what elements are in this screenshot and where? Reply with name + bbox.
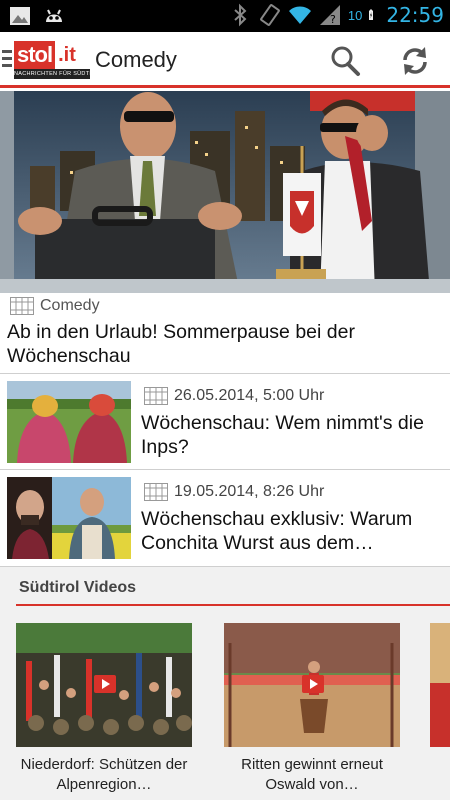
clock: 22:59	[386, 3, 444, 27]
hero-category: Comedy	[40, 297, 100, 314]
video-title[interactable]: Niederdorf: Schützen der Alpenregion…	[8, 755, 200, 795]
bluetooth-icon	[234, 3, 247, 27]
section-rule	[16, 604, 450, 606]
article-date: 19.05.2014, 8:26 Uhr	[174, 483, 325, 500]
video-thumbnail-peek[interactable]	[430, 623, 450, 747]
article-title[interactable]: Wöchenschau: Wem nimmt's die Inps?	[141, 411, 441, 459]
battery-icon	[369, 9, 374, 20]
article-thumbnail	[7, 381, 131, 463]
article-title[interactable]: Wöchenschau exklusiv: Warum Conchita Wur…	[141, 507, 441, 555]
videos-section: Südtirol Videos Niederdorf: Schützen der…	[0, 567, 450, 800]
app-logo[interactable]: stol .it NACHRICHTEN FÜR SÜDTIROL	[14, 41, 90, 79]
logo-main: stol	[14, 41, 56, 69]
video-thumbnail	[16, 623, 192, 747]
video-thumbnail	[224, 623, 400, 747]
cellular-icon: ?	[319, 5, 340, 26]
article-date: 26.05.2014, 5:00 Uhr	[174, 387, 325, 404]
film-icon	[144, 483, 168, 501]
hero-image[interactable]	[0, 91, 450, 293]
article-thumbnail	[7, 477, 131, 559]
video-title[interactable]: Ritten gewinnt erneut Oswald von…	[216, 755, 408, 795]
svg-text:?: ?	[330, 13, 336, 26]
play-icon	[94, 675, 116, 693]
section-title: Südtirol Videos	[19, 579, 137, 596]
status-bar: ? 10 22:59	[0, 0, 450, 32]
hero-title[interactable]: Ab in den Urlaub! Sommerpause bei der Wö…	[7, 320, 437, 368]
list-item[interactable]: 26.05.2014, 5:00 Uhr Wöchenschau: Wem ni…	[0, 374, 450, 469]
logo-suffix: .it	[58, 44, 76, 66]
film-icon	[144, 387, 168, 405]
page-title: Comedy	[95, 47, 177, 72]
android-icon	[46, 9, 62, 22]
rotation-icon	[260, 4, 280, 26]
gallery-icon	[10, 7, 30, 25]
video-card[interactable]: Ritten gewinnt erneut Oswald von…	[224, 623, 400, 800]
play-icon	[302, 675, 324, 693]
film-icon	[10, 297, 34, 315]
hero-caption[interactable]: Comedy Ab in den Urlaub! Sommerpause bei…	[0, 293, 450, 373]
action-bar: stol .it NACHRICHTEN FÜR SÜDTIROL Comedy	[0, 32, 450, 88]
signal-label: 10	[347, 7, 363, 23]
logo-tagline: NACHRICHTEN FÜR SÜDTIROL	[14, 69, 90, 79]
list-item[interactable]: 19.05.2014, 8:26 Uhr Wöchenschau exklusi…	[0, 470, 450, 565]
search-icon[interactable]	[328, 44, 362, 78]
video-card[interactable]: Niederdorf: Schützen der Alpenregion…	[16, 623, 192, 800]
drawer-icon[interactable]	[2, 50, 12, 71]
refresh-icon[interactable]	[398, 44, 432, 78]
wifi-icon	[288, 6, 311, 24]
